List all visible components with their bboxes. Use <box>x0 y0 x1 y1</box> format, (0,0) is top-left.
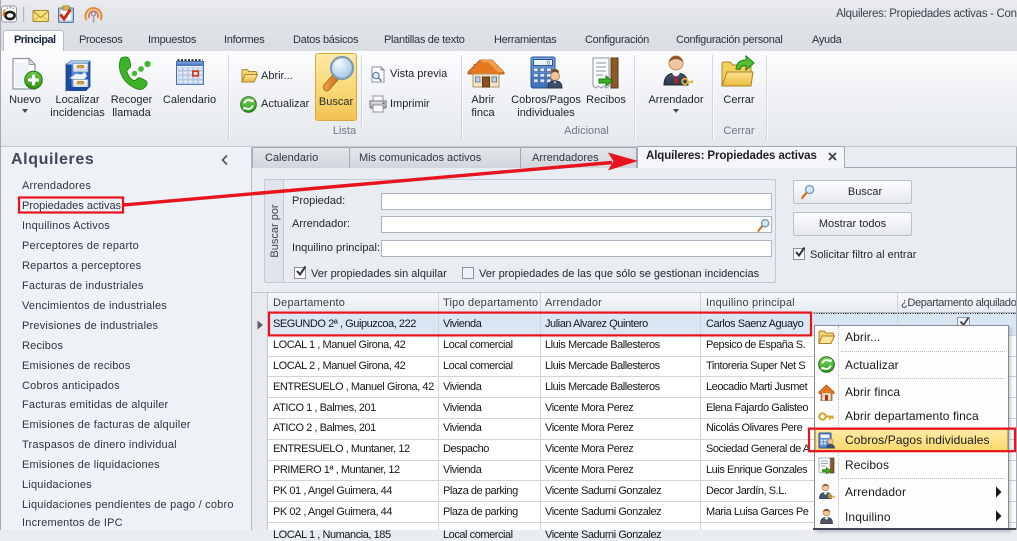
svg-text:0: 0 <box>547 61 550 67</box>
